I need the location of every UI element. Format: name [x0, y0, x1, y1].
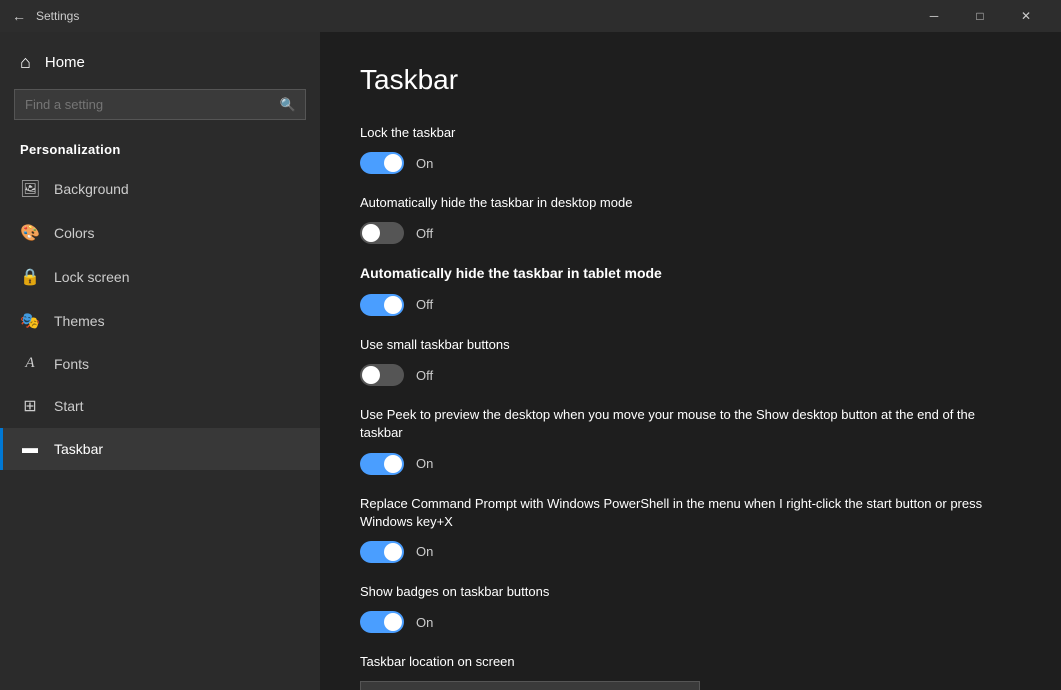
sidebar-item-taskbar-label: Taskbar [54, 441, 103, 457]
background-icon: 🖼 [20, 179, 40, 199]
lock-taskbar-state: On [416, 156, 433, 171]
maximize-button[interactable]: □ [957, 0, 1003, 32]
setting-hide-desktop: Automatically hide the taskbar in deskto… [360, 194, 1021, 244]
title-bar-controls: ─ □ ✕ [911, 0, 1049, 32]
hide-tablet-toggle[interactable] [360, 294, 404, 316]
badges-knob [384, 613, 402, 631]
small-buttons-label: Use small taskbar buttons [360, 336, 1021, 354]
powershell-label: Replace Command Prompt with Windows Powe… [360, 495, 1021, 531]
taskbar-location-label: Taskbar location on screen [360, 653, 1021, 671]
badges-label: Show badges on taskbar buttons [360, 583, 1021, 601]
setting-hide-tablet: Automatically hide the taskbar in tablet… [360, 264, 1021, 316]
setting-powershell: Replace Command Prompt with Windows Powe… [360, 495, 1021, 563]
setting-small-buttons: Use small taskbar buttons Off [360, 336, 1021, 386]
hide-tablet-toggle-row: Off [360, 294, 1021, 316]
sidebar-item-taskbar[interactable]: ▬ Taskbar [0, 428, 320, 470]
hide-desktop-knob [362, 224, 380, 242]
themes-icon: 🎭 [20, 311, 40, 331]
sidebar-item-home[interactable]: ⌂ Home [0, 32, 320, 89]
powershell-toggle[interactable] [360, 541, 404, 563]
start-icon: ⊞ [20, 396, 40, 416]
sidebar: ⌂ Home 🔍 Personalization 🖼 Background 🎨 … [0, 32, 320, 690]
home-icon: ⌂ [20, 52, 31, 73]
taskbar-location-dropdown[interactable]: Bottom ▾ [360, 681, 700, 690]
sidebar-item-fonts-label: Fonts [54, 356, 89, 372]
minimize-button[interactable]: ─ [911, 0, 957, 32]
sidebar-item-themes-label: Themes [54, 313, 105, 329]
sidebar-item-start-label: Start [54, 398, 84, 414]
sidebar-item-lock-screen[interactable]: 🔒 Lock screen [0, 255, 320, 299]
setting-lock-taskbar: Lock the taskbar On [360, 124, 1021, 174]
setting-badges: Show badges on taskbar buttons On [360, 583, 1021, 633]
hide-desktop-toggle-row: Off [360, 222, 1021, 244]
title-bar: ← Settings ─ □ ✕ [0, 0, 1061, 32]
peek-toggle[interactable] [360, 453, 404, 475]
sidebar-item-lock-screen-label: Lock screen [54, 269, 129, 285]
setting-peek: Use Peek to preview the desktop when you… [360, 406, 1021, 474]
small-buttons-toggle[interactable] [360, 364, 404, 386]
small-buttons-knob [362, 366, 380, 384]
lock-screen-icon: 🔒 [20, 267, 40, 287]
powershell-toggle-row: On [360, 541, 1021, 563]
small-buttons-toggle-row: Off [360, 364, 1021, 386]
lock-taskbar-label: Lock the taskbar [360, 124, 1021, 142]
sidebar-item-start[interactable]: ⊞ Start [0, 384, 320, 428]
sidebar-item-colors[interactable]: 🎨 Colors [0, 211, 320, 255]
sidebar-item-colors-label: Colors [54, 225, 94, 241]
home-label: Home [45, 54, 85, 71]
sidebar-section-title: Personalization [0, 136, 320, 167]
sidebar-item-background[interactable]: 🖼 Background [0, 167, 320, 211]
hide-desktop-label: Automatically hide the taskbar in deskto… [360, 194, 1021, 212]
powershell-state: On [416, 544, 433, 559]
peek-toggle-row: On [360, 453, 1021, 475]
peek-knob [384, 455, 402, 473]
title-bar-left: ← Settings [12, 8, 911, 24]
badges-state: On [416, 615, 433, 630]
sidebar-item-themes[interactable]: 🎭 Themes [0, 299, 320, 343]
powershell-knob [384, 543, 402, 561]
lock-taskbar-toggle[interactable] [360, 152, 404, 174]
hide-desktop-toggle[interactable] [360, 222, 404, 244]
peek-state: On [416, 456, 433, 471]
search-icon: 🔍 [280, 97, 296, 113]
hide-tablet-label: Automatically hide the taskbar in tablet… [360, 264, 1021, 284]
small-buttons-state: Off [416, 368, 433, 383]
back-button[interactable]: ← [12, 8, 26, 24]
hide-tablet-state: Off [416, 297, 433, 312]
close-button[interactable]: ✕ [1003, 0, 1049, 32]
hide-desktop-state: Off [416, 226, 433, 241]
peek-label: Use Peek to preview the desktop when you… [360, 406, 1021, 442]
title-bar-title: Settings [36, 9, 79, 23]
main-content: Taskbar Lock the taskbar On Automaticall… [320, 32, 1061, 690]
badges-toggle[interactable] [360, 611, 404, 633]
badges-toggle-row: On [360, 611, 1021, 633]
app-body: ⌂ Home 🔍 Personalization 🖼 Background 🎨 … [0, 32, 1061, 690]
sidebar-item-fonts[interactable]: A Fonts [0, 343, 320, 384]
hide-tablet-knob [384, 296, 402, 314]
page-title: Taskbar [360, 64, 1021, 96]
sidebar-search: 🔍 [14, 89, 306, 120]
lock-taskbar-knob [384, 154, 402, 172]
search-input[interactable] [14, 89, 306, 120]
setting-taskbar-location: Taskbar location on screen Bottom ▾ [360, 653, 1021, 690]
colors-icon: 🎨 [20, 223, 40, 243]
lock-taskbar-toggle-row: On [360, 152, 1021, 174]
taskbar-icon: ▬ [20, 440, 40, 458]
fonts-icon: A [20, 355, 40, 372]
taskbar-location-dropdown-container: Bottom ▾ [360, 681, 1021, 690]
sidebar-item-background-label: Background [54, 181, 129, 197]
